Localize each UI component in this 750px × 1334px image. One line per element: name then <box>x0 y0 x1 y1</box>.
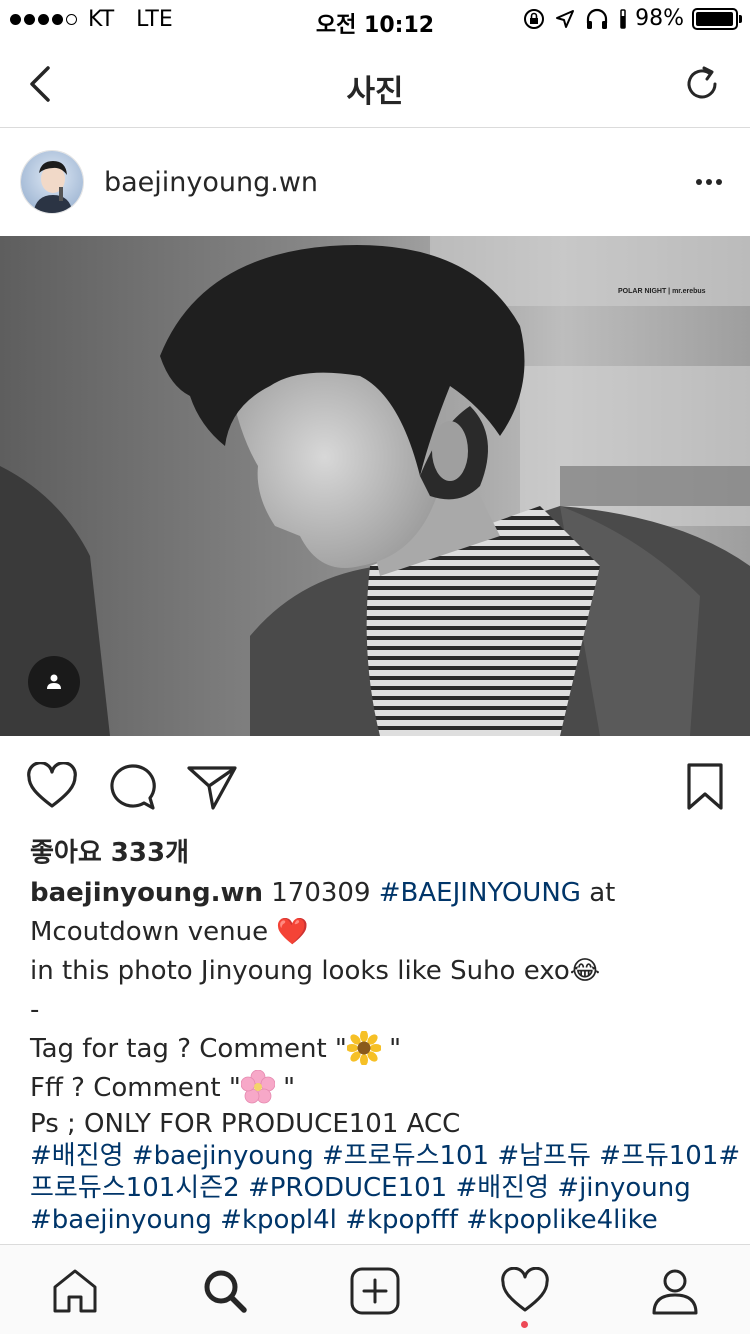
like-button[interactable] <box>26 761 78 812</box>
caption-text: " <box>380 1034 402 1064</box>
home-icon <box>53 1269 97 1313</box>
headphones-icon <box>586 8 608 29</box>
hashtags-line-3[interactable]: #baejinyoung #kpopl4l #kpopfff #kpoplike… <box>30 1204 720 1236</box>
tab-activity[interactable] <box>500 1266 550 1315</box>
more-icon <box>696 179 702 185</box>
heart-icon <box>27 761 77 808</box>
caption-username[interactable]: baejinyoung.wn <box>30 878 263 908</box>
hashtags-line-1[interactable]: #배진영 #baejinyoung #프로듀스101 #남프듀 #프듀101# <box>30 1140 740 1172</box>
caption-line-5: Tag for tag ? Comment " " <box>30 1030 720 1069</box>
navigation-bar: 사진 <box>0 40 750 128</box>
caption-text: Tag for tag ? Comment " <box>30 1034 347 1064</box>
photo-watermark: POLAR NIGHT | mr.erebus <box>618 288 706 295</box>
tab-profile[interactable] <box>650 1267 700 1315</box>
post-actions <box>0 736 750 832</box>
post-caption: baejinyoung.wn 170309 #BAEJINYOUNG at Mc… <box>30 874 740 1236</box>
person-icon <box>47 674 61 689</box>
heart-emoji-icon: ❤️ <box>276 917 309 947</box>
post-username[interactable]: baejinyoung.wn <box>104 167 318 198</box>
cherry-blossom-emoji-icon <box>240 1070 275 1104</box>
comment-button[interactable] <box>106 762 158 812</box>
caption-text: Mcoutdown venue <box>30 917 277 947</box>
notification-dot <box>521 1321 528 1328</box>
tagged-people-button[interactable] <box>28 656 80 708</box>
tab-home[interactable] <box>50 1267 100 1315</box>
caption-text: Fff ? Comment " <box>30 1073 241 1103</box>
location-arrow-icon <box>556 9 575 28</box>
caption-line-3: in this photo Jinyoung looks like Suho e… <box>30 952 720 991</box>
rotation-lock-icon <box>524 8 545 29</box>
status-right: 98% <box>513 6 742 31</box>
post-header: baejinyoung.wn <box>0 129 750 236</box>
activity-heart-icon <box>501 1266 549 1312</box>
caption-line-7: Ps ; ONLY FOR PRODUCE101 ACC <box>30 1109 461 1139</box>
photo-image: POLAR NIGHT | mr.erebus <box>0 236 750 736</box>
laughing-crying-emoji-icon: 😂 <box>569 956 601 986</box>
caption-line-6: Fff ? Comment " " <box>30 1069 720 1108</box>
search-icon <box>204 1270 247 1313</box>
add-icon <box>350 1267 400 1315</box>
caption-line-2: Mcoutdown venue ❤️ <box>30 913 720 952</box>
tab-bar <box>0 1244 750 1334</box>
page-title: 사진 <box>346 74 404 110</box>
refresh-icon <box>687 66 717 99</box>
battery-icon <box>692 7 742 30</box>
caption-line-4: - <box>30 995 40 1025</box>
hashtags-line-2[interactable]: 프로듀스101시즌2 #PRODUCE101 #배진영 #jinyoung <box>30 1172 720 1204</box>
avatar[interactable] <box>20 150 84 214</box>
more-options-button[interactable] <box>692 179 722 185</box>
sunflower-emoji-icon <box>346 1031 381 1065</box>
like-count[interactable]: 좋아요 333개 <box>30 832 189 869</box>
save-button[interactable] <box>680 762 732 812</box>
avatar-image <box>21 151 83 213</box>
status-bar: KT LTE 오전 10:12 98% <box>0 0 750 40</box>
tab-search[interactable] <box>200 1267 250 1315</box>
hashtag-link[interactable]: #BAEJINYOUNG <box>379 878 581 908</box>
bookmark-icon <box>687 763 723 810</box>
caption-text: 170309 <box>262 878 379 908</box>
post-photo[interactable]: POLAR NIGHT | mr.erebus <box>0 236 750 736</box>
caption-text: in this photo Jinyoung looks like Suho e… <box>30 956 570 986</box>
caption-text: at <box>580 878 616 908</box>
paper-plane-icon <box>187 766 237 810</box>
refresh-button[interactable] <box>682 64 722 104</box>
caption-text: " <box>274 1073 296 1103</box>
share-button[interactable] <box>186 762 238 812</box>
caption-line-1: baejinyoung.wn 170309 #BAEJINYOUNG at <box>30 874 720 913</box>
battery-percent: 98% <box>635 6 684 31</box>
bluetooth-level-icon <box>620 8 626 29</box>
comment-icon <box>110 764 156 810</box>
profile-icon <box>652 1269 698 1315</box>
tab-new-post[interactable] <box>350 1267 400 1315</box>
